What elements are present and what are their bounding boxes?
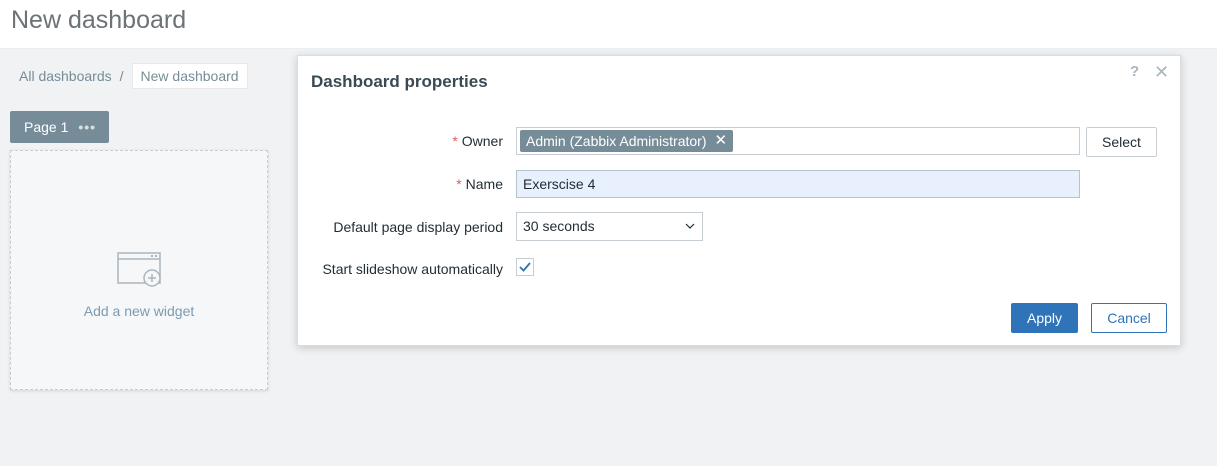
name-input[interactable]: Exerscise 4 xyxy=(516,170,1080,198)
owner-chip-label: Admin (Zabbix Administrator) xyxy=(526,133,707,149)
breadcrumb-current: New dashboard xyxy=(131,63,248,89)
page-tab-menu-icon[interactable]: ••• xyxy=(78,119,96,135)
name-label: * Name xyxy=(456,176,503,192)
apply-button[interactable]: Apply xyxy=(1011,303,1078,333)
close-icon[interactable]: ✕ xyxy=(1154,62,1169,83)
page-header: New dashboard xyxy=(0,0,1217,49)
display-period-value: 30 seconds xyxy=(523,218,595,234)
cancel-button[interactable]: Cancel xyxy=(1091,303,1167,333)
owner-label-text: Owner xyxy=(461,133,503,149)
owner-multiselect[interactable]: Admin (Zabbix Administrator) ✕ xyxy=(516,127,1080,155)
dialog-title: Dashboard properties xyxy=(311,72,488,91)
page-title: New dashboard xyxy=(11,6,187,34)
checkmark-icon xyxy=(519,262,531,272)
slideshow-checkbox[interactable] xyxy=(516,258,534,276)
period-label: Default page display period xyxy=(333,219,503,235)
owner-select-button[interactable]: Select xyxy=(1086,127,1157,157)
dashboard-page-tab[interactable]: Page 1 ••• xyxy=(10,111,109,143)
slideshow-label: Start slideshow automatically xyxy=(322,261,503,277)
breadcrumb-separator: / xyxy=(119,68,124,84)
breadcrumb: All dashboards / New dashboard xyxy=(19,63,248,89)
dashboard-properties-dialog: Dashboard properties ? ✕ * Owner Admin (Z… xyxy=(297,55,1181,346)
breadcrumb-all-dashboards[interactable]: All dashboards xyxy=(19,68,112,84)
display-period-select[interactable]: 30 seconds xyxy=(516,212,703,241)
name-label-text: Name xyxy=(465,176,503,192)
required-mark: * xyxy=(452,133,458,149)
add-widget-icon xyxy=(117,252,161,287)
required-mark: * xyxy=(456,176,462,192)
page-tab-label: Page 1 xyxy=(24,119,69,135)
add-widget-label: Add a new widget xyxy=(83,303,195,319)
help-icon[interactable]: ? xyxy=(1130,63,1139,80)
chevron-down-icon xyxy=(685,223,695,229)
owner-chip: Admin (Zabbix Administrator) ✕ xyxy=(520,130,734,152)
owner-label: * Owner xyxy=(452,133,503,149)
remove-owner-icon[interactable]: ✕ xyxy=(715,130,728,152)
add-widget-placeholder[interactable]: Add a new widget xyxy=(10,150,268,390)
